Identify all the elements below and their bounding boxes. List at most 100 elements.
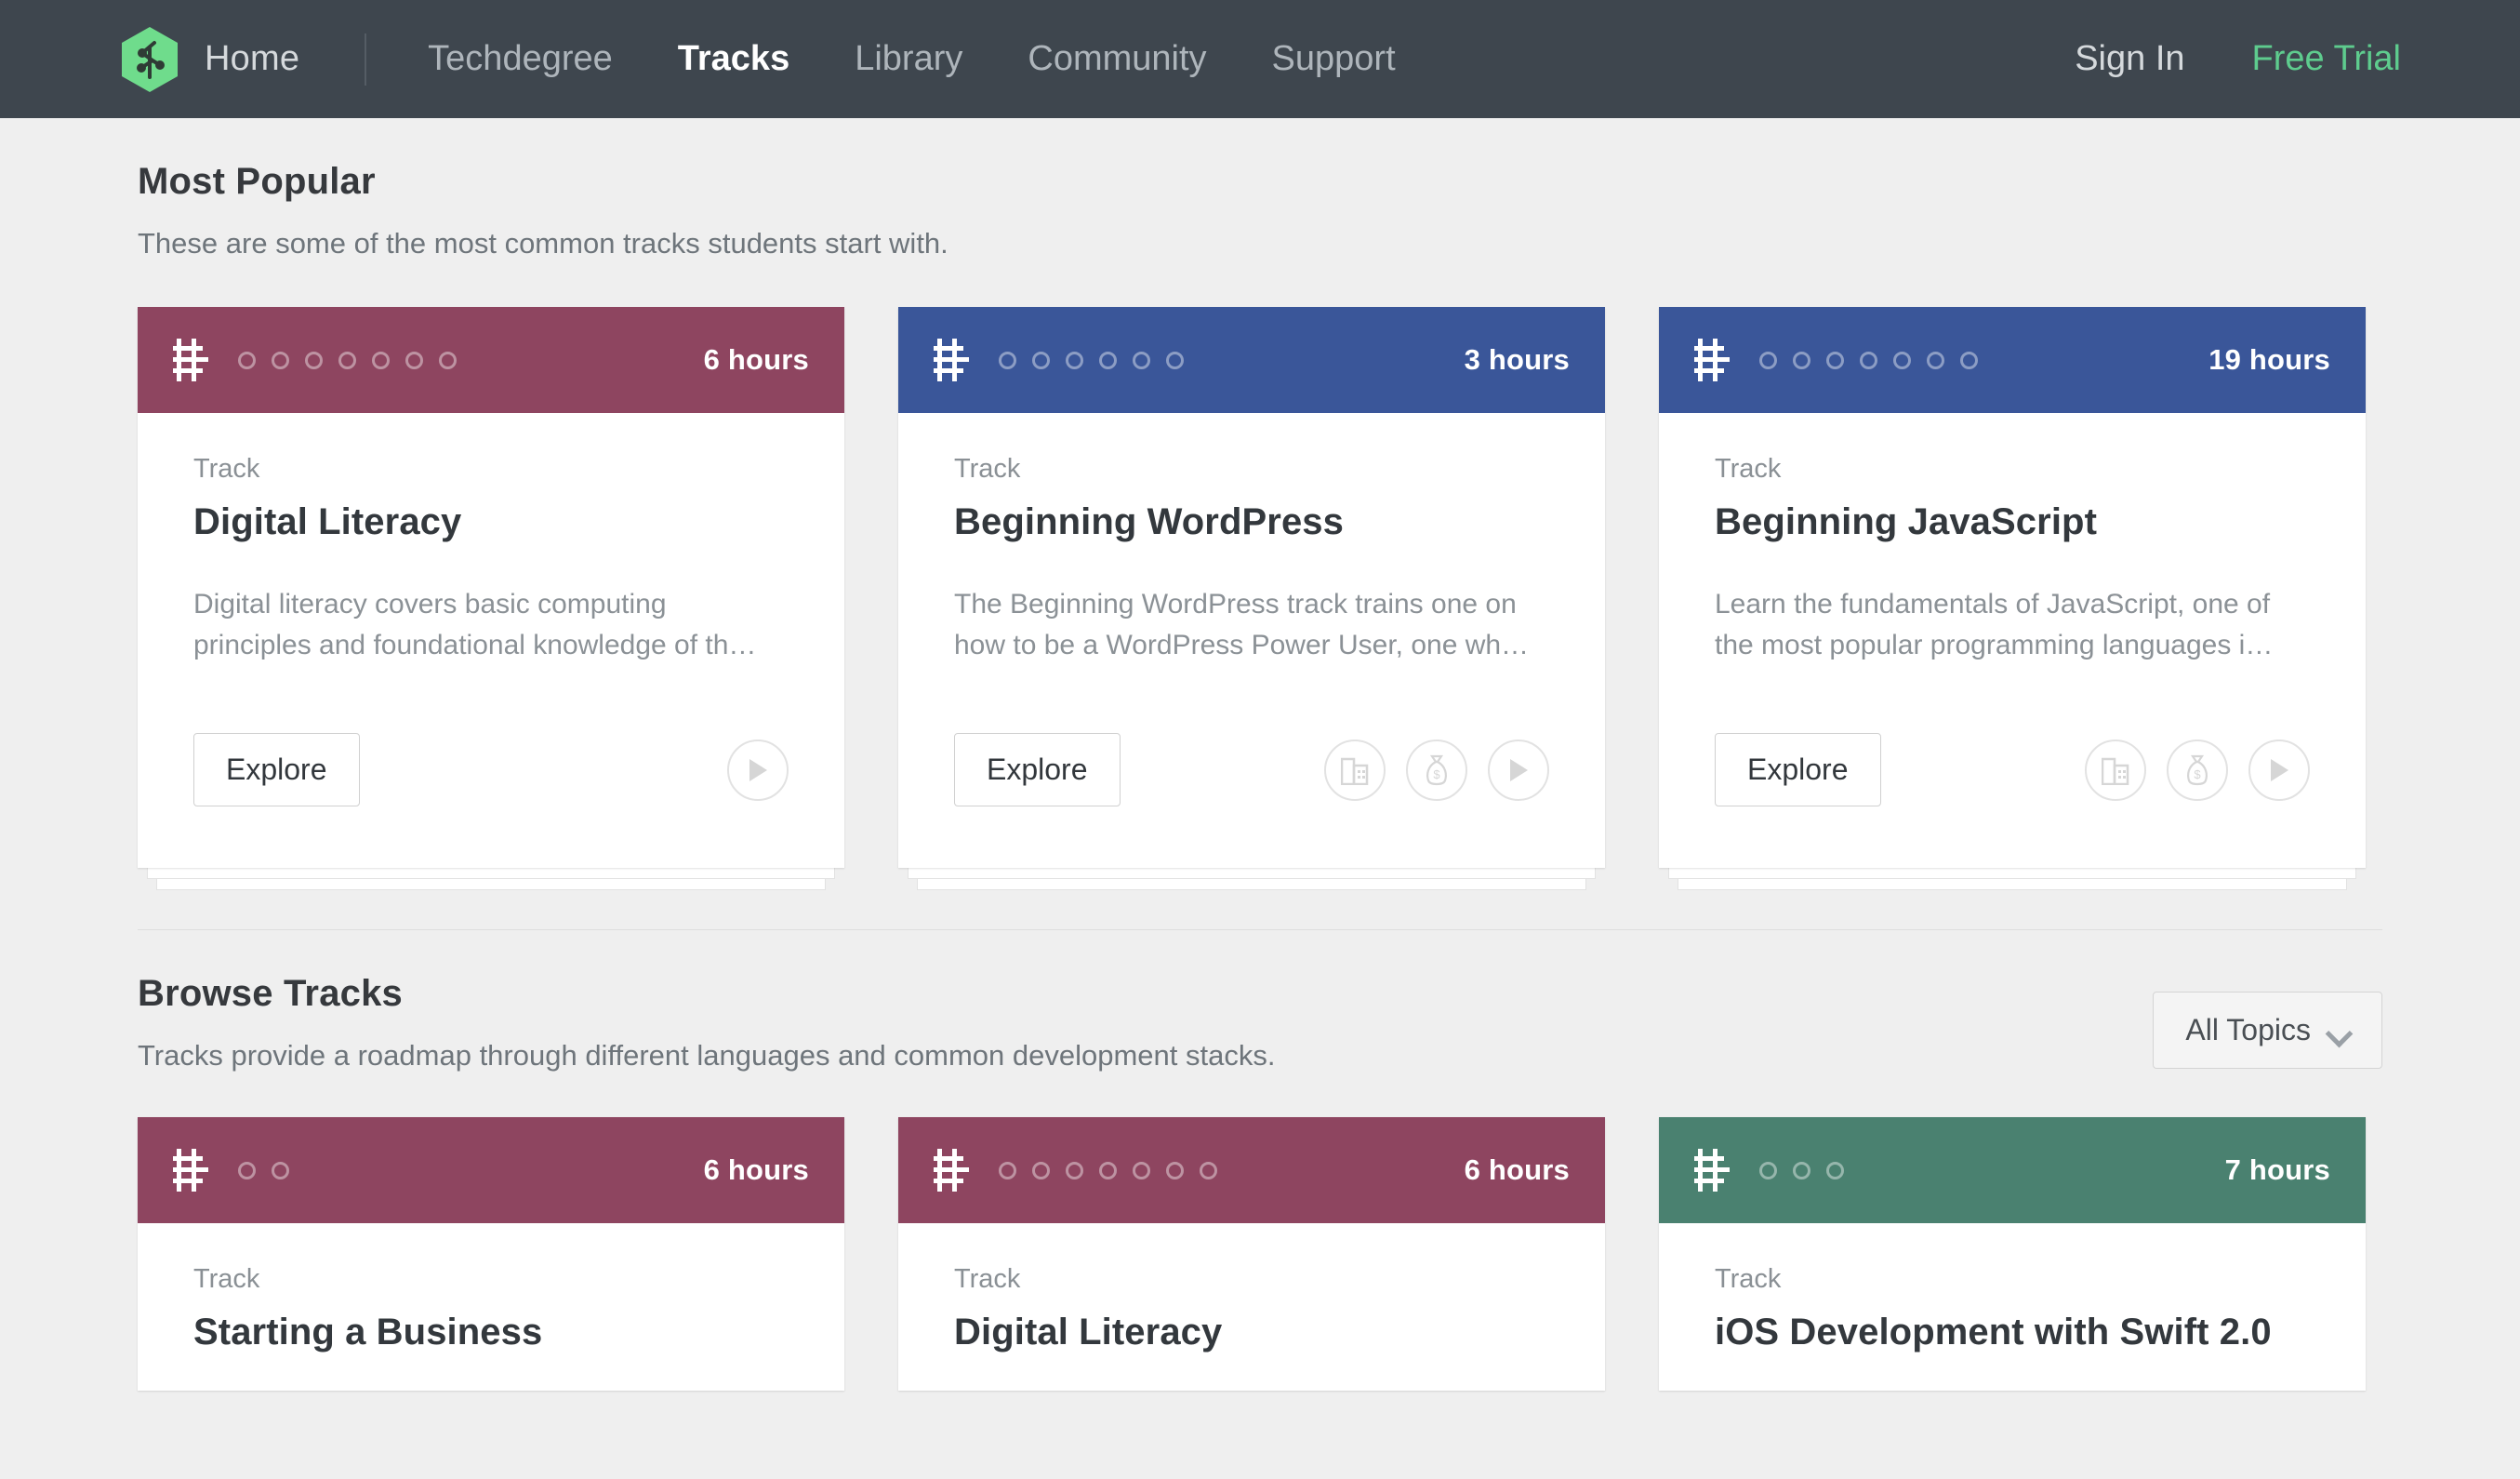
step-dot	[1032, 1162, 1050, 1179]
svg-text:$: $	[1433, 767, 1440, 781]
track-steps-icon	[173, 339, 208, 381]
step-dot	[1893, 352, 1911, 369]
track-card[interactable]: 7 hours Track iOS Development with Swift…	[1659, 1117, 2366, 1391]
svg-text:$: $	[2194, 767, 2201, 781]
most-popular-subtitle: These are some of the most common tracks…	[138, 227, 2382, 260]
nav-link-support[interactable]: Support	[1272, 39, 1396, 79]
step-dot	[1860, 352, 1877, 369]
step-dot	[1133, 1162, 1150, 1179]
card-body: Track Starting a Business	[138, 1223, 844, 1391]
track-card[interactable]: 6 hours Track Digital Literacy	[898, 1117, 1605, 1391]
play-icon[interactable]	[727, 740, 789, 801]
nav-link-tracks[interactable]: Tracks	[678, 39, 789, 79]
nav-link-techdegree[interactable]: Techdegree	[428, 39, 613, 79]
browse-tracks-subtitle: Tracks provide a roadmap through differe…	[138, 1039, 2153, 1073]
step-dot	[1927, 352, 1944, 369]
card-kind-label: Track	[1715, 1264, 2310, 1295]
chevron-down-icon	[2329, 1024, 2350, 1037]
card-hours: 19 hours	[2208, 343, 2330, 377]
office-building-icon[interactable]	[1324, 740, 1386, 801]
sign-in-link[interactable]: Sign In	[2075, 39, 2184, 79]
card-header: 6 hours	[898, 1117, 1605, 1223]
step-dot	[439, 352, 457, 369]
card-title: Starting a Business	[193, 1312, 789, 1353]
card-header: 3 hours	[898, 307, 1605, 413]
nav-link-community[interactable]: Community	[1028, 39, 1206, 79]
card-header: 7 hours	[1659, 1117, 2366, 1223]
card-hours: 6 hours	[1465, 1153, 1570, 1187]
track-steps-icon	[934, 1149, 969, 1192]
card-hours: 7 hours	[2225, 1153, 2330, 1187]
step-dot	[272, 352, 289, 369]
track-steps-icon	[173, 1149, 208, 1192]
card-title: Digital Literacy	[193, 501, 789, 543]
card-kind-label: Track	[193, 1264, 789, 1295]
card-title: Beginning JavaScript	[1715, 501, 2310, 543]
step-dot	[1759, 352, 1777, 369]
free-trial-link[interactable]: Free Trial	[2252, 39, 2401, 79]
track-steps-icon	[934, 339, 969, 381]
track-card-surface[interactable]: 6 hours Track Digital Literacy	[898, 1117, 1605, 1391]
step-dot	[1960, 352, 1978, 369]
explore-button[interactable]: Explore	[193, 733, 360, 806]
card-body: Track Beginning JavaScript Learn the fun…	[1659, 413, 2366, 670]
card-header: 19 hours	[1659, 307, 2366, 413]
card-kind-label: Track	[193, 454, 789, 485]
step-dots	[999, 1162, 1217, 1179]
all-topics-dropdown[interactable]: All Topics	[2153, 992, 2382, 1069]
card-footer: Explore $	[898, 670, 1605, 868]
nav-link-library[interactable]: Library	[855, 39, 962, 79]
card-hours: 6 hours	[704, 1153, 809, 1187]
card-title: iOS Development with Swift 2.0	[1715, 1312, 2310, 1353]
money-bag-icon[interactable]: $	[2167, 740, 2228, 801]
track-card-surface[interactable]: 3 hours Track Beginning WordPress The Be…	[898, 307, 1605, 868]
browse-tracks-card-grid: 6 hours Track Starting a Business 6 hour…	[138, 1117, 2382, 1391]
step-dots	[238, 352, 457, 369]
explore-button[interactable]: Explore	[954, 733, 1121, 806]
step-dots	[238, 1162, 289, 1179]
track-card-surface[interactable]: 7 hours Track iOS Development with Swift…	[1659, 1117, 2366, 1391]
nav-divider	[365, 33, 366, 86]
nav-links-group: Techdegree Tracks Library Community Supp…	[428, 39, 1460, 79]
card-description: The Beginning WordPress track trains one…	[954, 584, 1549, 670]
step-dot	[305, 352, 323, 369]
card-body: Track iOS Development with Swift 2.0	[1659, 1223, 2366, 1391]
step-dot	[238, 1162, 256, 1179]
treehouse-logo-icon[interactable]	[119, 25, 180, 94]
track-card[interactable]: 6 hours Track Digital Literacy Digital l…	[138, 307, 844, 868]
most-popular-card-grid: 6 hours Track Digital Literacy Digital l…	[138, 307, 2382, 868]
play-icon[interactable]	[1488, 740, 1549, 801]
money-bag-icon[interactable]: $	[1406, 740, 1467, 801]
play-icon[interactable]	[2248, 740, 2310, 801]
nav-left-group: Home	[119, 25, 366, 94]
explore-button[interactable]: Explore	[1715, 733, 1881, 806]
card-kind-label: Track	[1715, 454, 2310, 485]
step-dot	[1826, 352, 1844, 369]
browse-tracks-title: Browse Tracks	[138, 973, 2153, 1015]
track-card[interactable]: 19 hours Track Beginning JavaScript Lear…	[1659, 307, 2366, 868]
card-stack-layer	[917, 877, 1586, 890]
card-meta-icons	[727, 740, 789, 801]
browse-tracks-header: Browse Tracks Tracks provide a roadmap t…	[138, 930, 2382, 1073]
card-body: Track Digital Literacy Digital literacy …	[138, 413, 844, 670]
card-stack-layer	[908, 866, 1596, 879]
track-steps-icon	[1694, 1149, 1730, 1192]
step-dots	[1759, 1162, 1844, 1179]
card-description: Learn the fundamentals of JavaScript, on…	[1715, 584, 2310, 670]
card-body: Track Beginning WordPress The Beginning …	[898, 413, 1605, 670]
step-dot	[1032, 352, 1050, 369]
nav-home-link[interactable]: Home	[205, 39, 299, 79]
office-building-icon[interactable]	[2085, 740, 2146, 801]
most-popular-header: Most Popular These are some of the most …	[138, 118, 2382, 260]
step-dot	[238, 352, 256, 369]
track-card[interactable]: 3 hours Track Beginning WordPress The Be…	[898, 307, 1605, 868]
track-card-surface[interactable]: 19 hours Track Beginning JavaScript Lear…	[1659, 307, 2366, 868]
card-header: 6 hours	[138, 307, 844, 413]
track-card[interactable]: 6 hours Track Starting a Business	[138, 1117, 844, 1391]
card-title: Beginning WordPress	[954, 501, 1549, 543]
track-card-surface[interactable]: 6 hours Track Digital Literacy Digital l…	[138, 307, 844, 868]
all-topics-label: All Topics	[2185, 1013, 2311, 1047]
step-dot	[1099, 1162, 1117, 1179]
step-dot	[1200, 1162, 1217, 1179]
track-card-surface[interactable]: 6 hours Track Starting a Business	[138, 1117, 844, 1391]
